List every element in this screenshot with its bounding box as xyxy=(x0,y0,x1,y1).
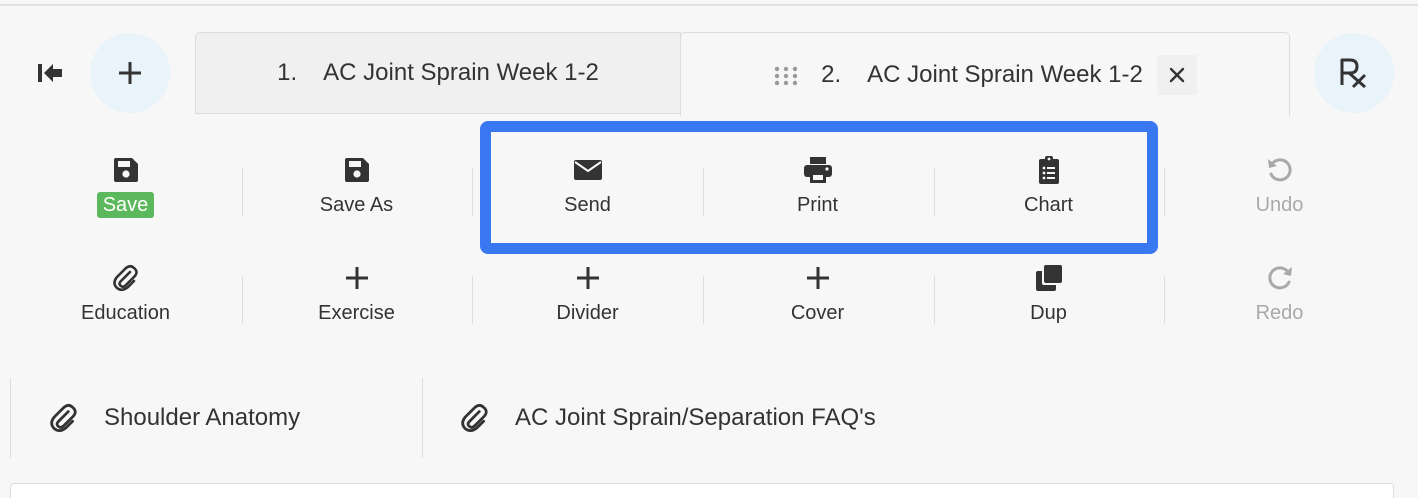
print-label: Print xyxy=(796,194,839,216)
dup-label: Dup xyxy=(1030,302,1067,324)
divider-button[interactable]: Divider xyxy=(472,260,703,350)
divider xyxy=(10,378,11,458)
exercise-button[interactable]: Exercise xyxy=(241,260,472,350)
tab-1[interactable]: 1. AC Joint Sprain Week 1-2 xyxy=(195,32,681,114)
paperclip-icon xyxy=(112,264,138,292)
save-icon xyxy=(344,158,369,182)
divider xyxy=(422,378,423,458)
clipboard-list-icon xyxy=(1038,156,1059,184)
save-label: Save xyxy=(96,192,155,218)
exercise-label: Exercise xyxy=(318,302,395,324)
drag-handle-icon[interactable] xyxy=(773,65,799,85)
cover-label: Cover xyxy=(790,302,845,324)
add-tab-button[interactable] xyxy=(90,33,170,113)
send-button[interactable]: Send xyxy=(472,152,703,242)
plus-icon xyxy=(345,267,368,289)
tab-title: AC Joint Sprain Week 1-2 xyxy=(867,60,1143,88)
duplicate-button[interactable]: Dup xyxy=(933,260,1164,350)
top-border xyxy=(0,4,1418,6)
save-as-button[interactable]: Save As xyxy=(241,152,472,242)
plus-icon xyxy=(576,267,599,289)
attachment-item[interactable]: AC Joint Sprain/Separation FAQ's xyxy=(461,380,876,456)
envelope-icon xyxy=(573,160,602,180)
tab-number: 2. xyxy=(821,60,842,88)
divider-label: Divider xyxy=(556,302,619,324)
redo-label: Redo xyxy=(1255,302,1304,324)
attachment-title: AC Joint Sprain/Separation FAQ's xyxy=(515,404,876,431)
undo-label: Undo xyxy=(1255,194,1304,216)
print-button[interactable]: Print xyxy=(702,152,933,242)
content-panel xyxy=(10,483,1394,498)
collapse-sidebar-button[interactable] xyxy=(34,58,66,88)
printer-icon xyxy=(803,157,832,183)
rx-icon xyxy=(1340,58,1367,89)
tab-number: 1. xyxy=(277,59,298,86)
education-label: Education xyxy=(81,302,170,324)
chart-button[interactable]: Chart xyxy=(933,152,1164,242)
paperclip-icon xyxy=(50,404,77,432)
save-button[interactable]: Save xyxy=(10,152,241,242)
chart-label: Chart xyxy=(1024,194,1073,216)
redo-icon xyxy=(1267,266,1292,290)
send-label: Send xyxy=(564,194,611,216)
collapse-left-icon xyxy=(38,64,62,82)
plus-icon xyxy=(806,267,829,289)
save-as-label: Save As xyxy=(319,194,394,216)
close-icon xyxy=(1169,67,1185,82)
attachment-item[interactable]: Shoulder Anatomy xyxy=(50,380,300,456)
paperclip-icon xyxy=(461,404,488,432)
cover-button[interactable]: Cover xyxy=(702,260,933,350)
attachment-title: Shoulder Anatomy xyxy=(104,404,301,431)
duplicate-icon xyxy=(1035,265,1062,291)
save-icon xyxy=(113,158,138,182)
undo-icon xyxy=(1267,158,1292,182)
close-tab-button[interactable] xyxy=(1156,54,1197,95)
rx-button[interactable] xyxy=(1314,33,1394,113)
redo-button[interactable]: Redo xyxy=(1164,260,1395,350)
plus-icon xyxy=(119,62,141,84)
undo-button[interactable]: Undo xyxy=(1164,152,1395,242)
education-button[interactable]: Education xyxy=(10,260,241,350)
tab-2[interactable]: 2. AC Joint Sprain Week 1-2 xyxy=(680,32,1290,116)
tab-title: AC Joint Sprain Week 1-2 xyxy=(323,59,599,86)
